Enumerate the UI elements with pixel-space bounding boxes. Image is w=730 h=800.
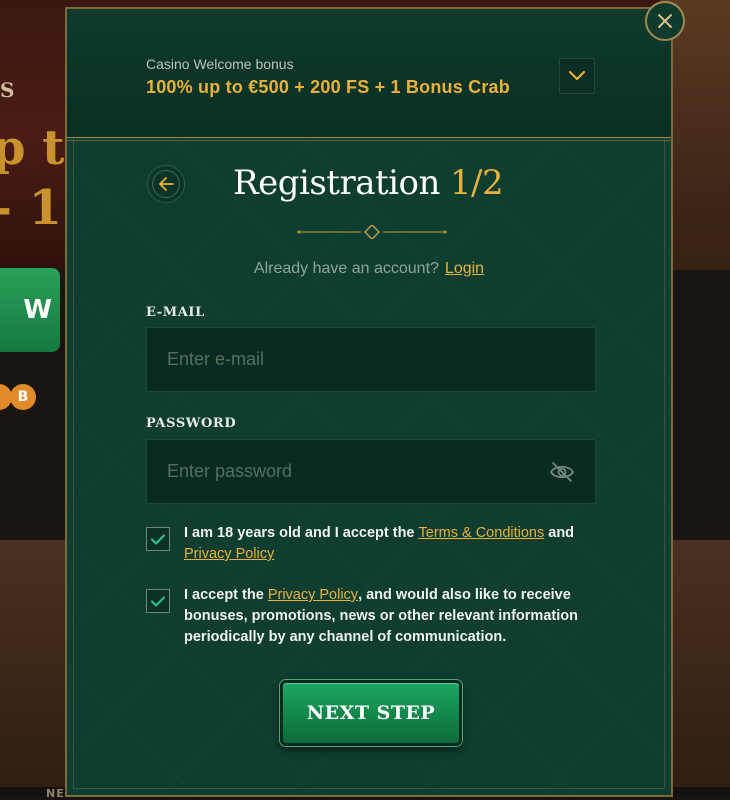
page-title-text: Registration <box>233 163 440 203</box>
bonus-title: 100% up to €500 + 200 FS + 1 Bonus Crab <box>146 77 510 97</box>
next-step-button[interactable]: NEXT STEP <box>280 680 462 746</box>
close-icon <box>658 14 672 28</box>
bonus-caption: Casino Welcome bonus <box>146 56 294 72</box>
page-title: Registration 1/2 <box>233 163 504 203</box>
marketing-text-before: I accept the <box>184 587 268 603</box>
ornament-divider <box>297 225 447 239</box>
checkmark-icon <box>151 595 165 607</box>
login-link[interactable]: Login <box>445 260 484 277</box>
privacy-policy-link[interactable]: Privacy Policy <box>268 587 358 603</box>
terms-text-middle: and <box>544 525 575 541</box>
terms-conditions-link[interactable]: Terms & Conditions <box>419 525 545 541</box>
eye-slash-icon[interactable] <box>549 461 575 483</box>
chevron-down-icon <box>569 71 585 81</box>
background-hero-subtitle: S <box>0 78 15 102</box>
registration-modal: Casino Welcome bonus 100% up to €500 + 2… <box>65 7 673 797</box>
login-prompt: Already have an account? Login <box>67 260 671 278</box>
background-hero-title-line: - 1 <box>0 180 63 236</box>
welcome-bonus-panel[interactable]: Casino Welcome bonus 100% up to €500 + 2… <box>67 9 671 141</box>
modal-corner-ornament <box>653 777 671 795</box>
close-button[interactable] <box>645 1 685 41</box>
marketing-checkbox[interactable] <box>146 589 170 613</box>
password-label: PASSWORD <box>146 416 237 431</box>
login-prompt-text: Already have an account? <box>253 260 439 277</box>
modal-corner-ornament <box>67 777 85 795</box>
terms-text-before: I am 18 years old and I accept the <box>184 525 419 541</box>
registration-step-indicator: 1/2 <box>449 163 504 203</box>
arrow-left-icon <box>159 177 174 191</box>
background-hero-title-line: p t <box>0 120 65 176</box>
email-field-wrapper <box>146 327 596 392</box>
email-field[interactable] <box>147 328 595 391</box>
privacy-policy-link[interactable]: Privacy Policy <box>184 546 274 562</box>
terms-consent-text: I am 18 years old and I accept the Terms… <box>184 523 604 565</box>
terms-checkbox[interactable] <box>146 527 170 551</box>
background-hero-title: p t - 1 <box>0 118 64 238</box>
marketing-consent-text: I accept the Privacy Policy, and would a… <box>184 585 604 648</box>
checkmark-icon <box>151 533 165 545</box>
email-label: E-MAIL <box>146 305 205 320</box>
bonus-toggle-button[interactable] <box>559 58 595 94</box>
background-bitcoin-icon: B <box>10 384 36 410</box>
password-field-wrapper <box>146 439 596 504</box>
background-hero-button: W <box>0 268 60 352</box>
password-field[interactable] <box>147 440 595 503</box>
back-button[interactable] <box>147 165 185 203</box>
